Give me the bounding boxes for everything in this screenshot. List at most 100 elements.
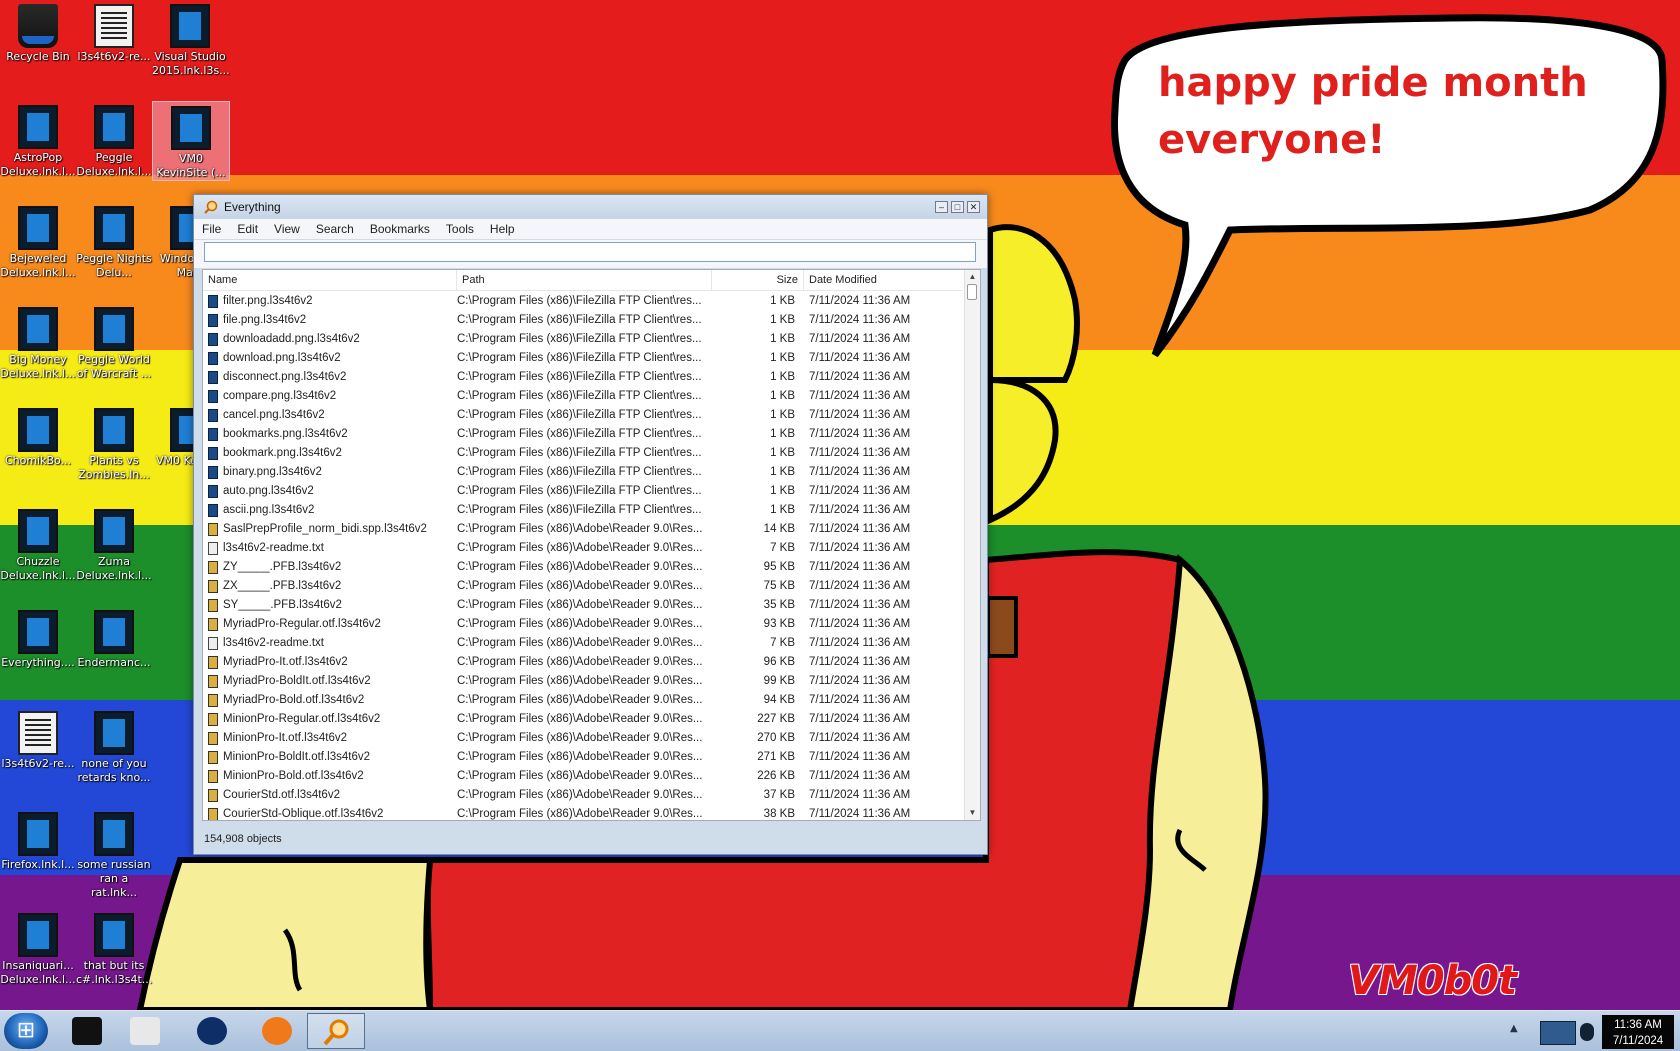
desktop-icon[interactable]: VM0 KevinSite (... <box>152 101 230 181</box>
row-path: C:\Program Files (x86)\FileZilla FTP Cli… <box>457 466 702 478</box>
volume-icon[interactable] <box>1580 1023 1594 1041</box>
row-size: 1 KB <box>770 409 795 421</box>
desktop-icon[interactable]: none of you retards kno... <box>76 707 152 785</box>
table-row[interactable]: binary.png.l3s4t6v2 C:\Program Files (x86… <box>203 463 963 482</box>
table-row[interactable]: ZX_____.PFB.l3s4t6v2 C:\Program Files (x8… <box>203 577 963 596</box>
start-button[interactable] <box>4 1013 48 1049</box>
wallpaper-signature: VM0b0t <box>1348 958 1517 1004</box>
show-hidden-icons-button[interactable]: ▲ <box>1510 1023 1518 1034</box>
row-size: 270 KB <box>757 732 795 744</box>
table-row[interactable]: SaslPrepProfile_norm_bidi.spp.l3s4t6v2 C:… <box>203 520 963 539</box>
desktop-icon[interactable]: Peggle Deluxe.lnk.l... <box>76 101 152 179</box>
taskbar-button[interactable] <box>58 1013 116 1049</box>
row-date: 7/11/2024 11:36 AM <box>809 428 911 440</box>
table-row[interactable]: MinionPro-Regular.otf.l3s4t6v2 C:\Program… <box>203 710 963 729</box>
column-header-date[interactable]: Date Modified <box>804 270 963 290</box>
taskbar-button[interactable] <box>116 1013 174 1049</box>
results-list[interactable]: Name Path Size Date Modified filter.png.… <box>202 269 981 821</box>
desktop-icon[interactable]: ChomikBo... <box>0 404 76 468</box>
menu-help[interactable]: Help <box>482 219 523 239</box>
desktop-icon[interactable]: some russian ran a rat.lnk... <box>76 808 152 900</box>
row-path: C:\Program Files (x86)\Adobe\Reader 9.0\… <box>457 770 703 782</box>
desktop-icon[interactable]: Big Money Deluxe.lnk.l... <box>0 303 76 381</box>
vertical-scrollbar[interactable]: ▲ ▼ <box>964 270 980 820</box>
table-row[interactable]: CourierStd-Oblique.otf.l3s4t6v2 C:\Progra… <box>203 805 963 820</box>
desktop-icon[interactable]: Endermanc... <box>76 606 152 670</box>
table-row[interactable]: download.png.l3s4t6v2 C:\Program Files (x… <box>203 349 963 368</box>
table-row[interactable]: file.png.l3s4t6v2 C:\Program Files (x86)\… <box>203 311 963 330</box>
scroll-down-arrow-icon[interactable]: ▼ <box>965 806 980 820</box>
menu-edit[interactable]: Edit <box>229 219 266 239</box>
desktop-icon[interactable]: Chuzzle Deluxe.lnk.l... <box>0 505 76 583</box>
close-button[interactable]: ✕ <box>967 201 980 213</box>
scroll-thumb[interactable] <box>967 284 977 300</box>
file-icon <box>208 390 218 403</box>
maximize-button[interactable]: □ <box>951 201 964 213</box>
desktop-icon[interactable]: Everything.... <box>0 606 76 670</box>
column-header-size[interactable]: Size <box>712 270 804 290</box>
minimize-button[interactable]: – <box>935 201 948 213</box>
table-row[interactable]: downloadadd.png.l3s4t6v2 C:\Program Files… <box>203 330 963 349</box>
table-row[interactable]: MyriadPro-Regular.otf.l3s4t6v2 C:\Program… <box>203 615 963 634</box>
file-icon <box>208 409 218 422</box>
table-row[interactable]: ascii.png.l3s4t6v2 C:\Program Files (x86)… <box>203 501 963 520</box>
table-row[interactable]: MinionPro-Bold.otf.l3s4t6v2 C:\Program Fi… <box>203 767 963 786</box>
table-row[interactable]: MinionPro-BoldIt.otf.l3s4t6v2 C:\Program … <box>203 748 963 767</box>
menu-tools[interactable]: Tools <box>438 219 482 239</box>
desktop-icon[interactable]: AstroPop Deluxe.lnk.l... <box>0 101 76 179</box>
table-row[interactable]: CourierStd.otf.l3s4t6v2 C:\Program Files … <box>203 786 963 805</box>
row-date: 7/11/2024 11:36 AM <box>809 637 911 649</box>
desktop-icon[interactable]: Peggle World of Warcraft ... <box>76 303 152 381</box>
column-header-path[interactable]: Path <box>457 270 712 290</box>
table-row[interactable]: MinionPro-It.otf.l3s4t6v2 C:\Program File… <box>203 729 963 748</box>
desktop-icon[interactable]: that but its c#.lnk.l3s4t... <box>76 909 152 987</box>
table-row[interactable]: l3s4t6v2-readme.txt C:\Program Files (x86… <box>203 539 963 558</box>
row-date: 7/11/2024 11:36 AM <box>809 314 911 326</box>
table-row[interactable]: cancel.png.l3s4t6v2 C:\Program Files (x86… <box>203 406 963 425</box>
table-row[interactable]: compare.png.l3s4t6v2 C:\Program Files (x8… <box>203 387 963 406</box>
table-row[interactable]: MyriadPro-Bold.otf.l3s4t6v2 C:\Program Fi… <box>203 691 963 710</box>
table-row[interactable]: ZY_____.PFB.l3s4t6v2 C:\Program Files (x8… <box>203 558 963 577</box>
row-path: C:\Program Files (x86)\Adobe\Reader 9.0\… <box>457 542 703 554</box>
table-row[interactable]: filter.png.l3s4t6v2 C:\Program Files (x86… <box>203 292 963 311</box>
row-name: SaslPrepProfile_norm_bidi.spp.l3s4t6v2 <box>223 523 427 535</box>
table-row[interactable]: auto.png.l3s4t6v2 C:\Program Files (x86)\… <box>203 482 963 501</box>
row-date: 7/11/2024 11:36 AM <box>809 694 911 706</box>
desktop-icon[interactable]: Bejeweled Deluxe.lnk.l... <box>0 202 76 280</box>
table-row[interactable]: l3s4t6v2-readme.txt C:\Program Files (x86… <box>203 634 963 653</box>
desktop-icon[interactable]: Plants vs Zombies.ln... <box>76 404 152 482</box>
table-row[interactable]: MyriadPro-It.otf.l3s4t6v2 C:\Program File… <box>203 653 963 672</box>
desktop-icon[interactable]: Firefox.lnk.l... <box>0 808 76 872</box>
taskbar-button[interactable] <box>307 1013 365 1049</box>
everything-window[interactable]: Everything – □ ✕ File Edit View Search Bookm… <box>193 194 988 855</box>
table-row[interactable]: bookmarks.png.l3s4t6v2 C:\Program Files (… <box>203 425 963 444</box>
desktop-icon[interactable]: Visual Studio 2015.lnk.l3s... <box>152 0 230 78</box>
desktop-icon[interactable]: Zuma Deluxe.lnk.l... <box>76 505 152 583</box>
desktop-icon[interactable]: l3s4t6v2-re... <box>0 707 76 771</box>
taskbar-button[interactable] <box>248 1013 306 1049</box>
scroll-up-arrow-icon[interactable]: ▲ <box>965 270 980 284</box>
table-row[interactable]: disconnect.png.l3s4t6v2 C:\Program Files … <box>203 368 963 387</box>
menu-view[interactable]: View <box>266 219 308 239</box>
table-row[interactable]: bookmark.png.l3s4t6v2 C:\Program Files (x… <box>203 444 963 463</box>
column-header-name[interactable]: Name <box>203 270 457 290</box>
table-row[interactable]: MyriadPro-BoldIt.otf.l3s4t6v2 C:\Program … <box>203 672 963 691</box>
desktop-icon[interactable]: Peggle Nights Delu... <box>76 202 152 280</box>
shortcut-icon <box>94 812 134 856</box>
table-row[interactable]: SY_____.PFB.l3s4t6v2 C:\Program Files (x8… <box>203 596 963 615</box>
menu-search[interactable]: Search <box>308 219 362 239</box>
window-titlebar[interactable]: Everything – □ ✕ <box>194 195 987 219</box>
row-date: 7/11/2024 11:36 AM <box>809 371 911 383</box>
clock[interactable]: 11:36 AM 7/11/2024 <box>1602 1015 1674 1049</box>
menu-bar: File Edit View Search Bookmarks Tools Help <box>194 219 987 240</box>
row-path: C:\Program Files (x86)\Adobe\Reader 9.0\… <box>457 656 703 668</box>
menu-bookmarks[interactable]: Bookmarks <box>362 219 438 239</box>
taskbar-button[interactable] <box>183 1013 241 1049</box>
search-input[interactable] <box>204 242 976 262</box>
network-icon[interactable] <box>1540 1021 1576 1045</box>
menu-file[interactable]: File <box>194 219 229 239</box>
desktop-icon[interactable]: Insaniquari... Deluxe.lnk.l... <box>0 909 76 987</box>
desktop-icon[interactable]: Recycle Bin <box>0 0 76 64</box>
desktop-icon[interactable]: l3s4t6v2-re... <box>76 0 152 64</box>
row-name: l3s4t6v2-readme.txt <box>223 637 324 649</box>
